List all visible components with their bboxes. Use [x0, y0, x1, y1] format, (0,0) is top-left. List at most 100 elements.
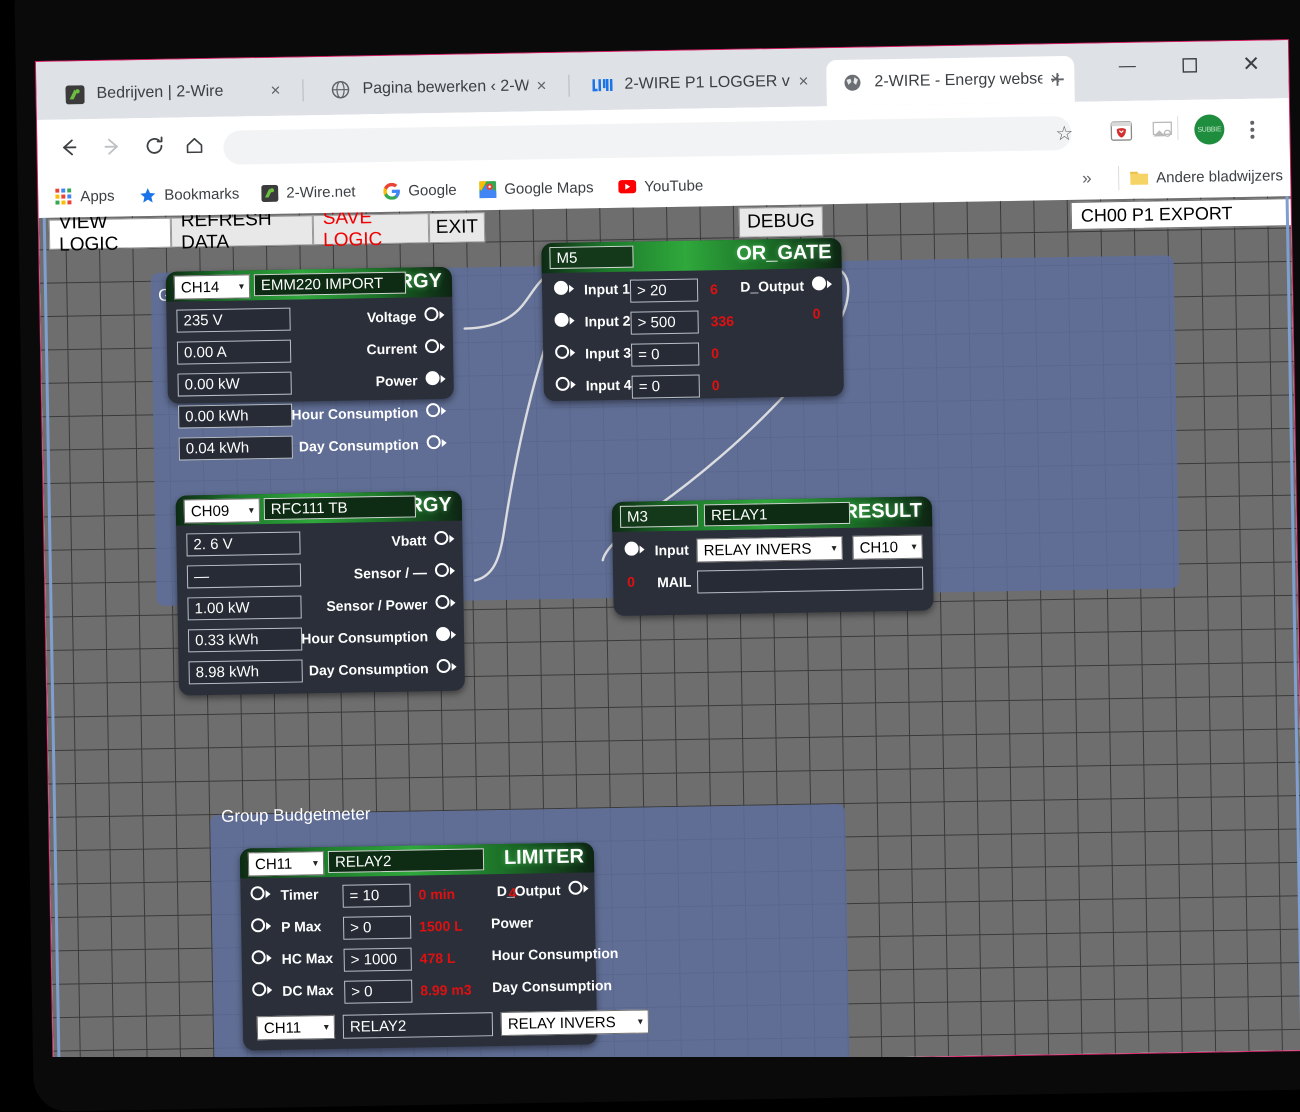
port-dc-max[interactable]: [252, 982, 266, 996]
value-field-power[interactable]: 0.00 kW: [177, 372, 291, 397]
condition-field-input-3[interactable]: = 0: [631, 342, 699, 366]
relay-mode-select[interactable]: RELAY INVERS ▾: [696, 536, 842, 563]
port-sensor-power[interactable]: [435, 595, 449, 609]
port-d-output[interactable]: [812, 276, 826, 290]
view-logic-button[interactable]: VIEW LOGIC: [49, 218, 172, 250]
value-field-sensor[interactable]: —: [187, 563, 301, 588]
footer-relay-mode-select[interactable]: RELAY INVERS ▾: [501, 1009, 649, 1036]
row-label-d-output: D_Output: [497, 882, 561, 899]
logic-editor-canvas[interactable]: Group smart energy Group Budgetmeter VIE…: [39, 196, 1300, 1057]
port-sensor[interactable]: [435, 563, 449, 577]
browser-tab-3-active[interactable]: 2-WIRE - Energy webser ×: [826, 56, 1075, 106]
close-icon[interactable]: ×: [528, 73, 554, 99]
port-d-output[interactable]: [568, 881, 582, 895]
bookmark-star-icon[interactable]: ☆: [1047, 116, 1082, 151]
value-field-day-consumption[interactable]: 8.98 kWh: [188, 659, 302, 684]
browser-tab-1[interactable]: Pagina bewerken ‹ 2-Wir ×: [314, 63, 561, 113]
block-name-field[interactable]: EMM220 IMPORT: [254, 272, 406, 297]
port-input-1[interactable]: [554, 281, 568, 295]
port-p-max[interactable]: [251, 918, 265, 932]
condition-field-hc-max[interactable]: > 1000: [344, 948, 412, 972]
value-field-hour-consumption[interactable]: 0.00 kWh: [178, 404, 292, 429]
debug-button[interactable]: DEBUG: [739, 206, 824, 237]
browser-tab-0[interactable]: Bedrijven | 2-Wire ×: [48, 67, 295, 117]
profile-avatar[interactable]: SUBBIE: [1194, 114, 1225, 145]
address-bar[interactable]: [223, 116, 1071, 165]
value-field-vbatt[interactable]: 2. 6 V: [186, 531, 300, 556]
refresh-data-button[interactable]: REFRESH DATA: [171, 215, 314, 247]
globe-icon: [330, 80, 350, 100]
block-name-field[interactable]: RELAY2: [328, 848, 484, 873]
block-channel-select[interactable]: CH14 ▾: [174, 274, 250, 299]
bookmark-google-maps[interactable]: Google Maps: [478, 174, 594, 202]
row-label-power: Power: [375, 372, 417, 389]
block-energy-ch14[interactable]: ENERGY CH14 ▾ EMM220 IMPORT 235 V Voltag…: [166, 267, 454, 404]
value-field-day-consumption[interactable]: 0.04 kWh: [179, 436, 293, 461]
mail-field[interactable]: [697, 567, 923, 594]
block-result-m3[interactable]: RESULT M3 RELAY1 Input RELAY INVERS ▾ CH…: [612, 496, 934, 616]
window-close-button[interactable]: ✕: [1220, 40, 1283, 87]
port-timer[interactable]: [250, 886, 264, 900]
block-channel-select[interactable]: CH09 ▾: [184, 498, 260, 523]
bookmarks-overflow-button[interactable]: »: [1082, 166, 1092, 192]
new-tab-button[interactable]: +: [1044, 66, 1070, 92]
value-field-sensor-power[interactable]: 1.00 kW: [187, 595, 301, 620]
forward-icon[interactable]: [95, 129, 130, 164]
cast-extension-icon[interactable]: [1149, 116, 1177, 144]
condition-field-input-4[interactable]: = 0: [632, 374, 700, 398]
port-day-consumption[interactable]: [436, 659, 450, 673]
port-hc-max[interactable]: [252, 950, 266, 964]
browser-tab-2[interactable]: 2-WIRE P1 LOGGER v19. ×: [576, 58, 823, 108]
port-input-4[interactable]: [556, 377, 570, 391]
2wire-icon: [64, 84, 84, 104]
value-field-voltage[interactable]: 235 V: [176, 308, 290, 333]
exit-button[interactable]: EXIT: [429, 212, 486, 243]
block-or-gate-m5[interactable]: OR_GATE M5 Input 1 > 20 6 Input 2 > 500 …: [541, 238, 844, 401]
condition-field-p-max[interactable]: > 0: [343, 916, 411, 940]
window-maximize-button[interactable]: [1158, 41, 1221, 88]
reload-icon[interactable]: [137, 129, 172, 164]
block-name-field[interactable]: M3: [620, 505, 698, 528]
url-input[interactable]: [223, 116, 1071, 165]
block-name-field[interactable]: RFC111 TB: [264, 495, 416, 520]
condition-field-dc-max[interactable]: > 0: [344, 980, 412, 1004]
bookmark-bookmarks[interactable]: Bookmarks: [138, 180, 239, 208]
port-current[interactable]: [425, 339, 439, 353]
adblock-extension-icon[interactable]: [1107, 117, 1135, 145]
port-input-3[interactable]: [555, 345, 569, 359]
port-power[interactable]: [425, 371, 439, 385]
channel-value: CH11: [264, 1019, 302, 1037]
chrome-menu-icon[interactable]: [1237, 113, 1268, 148]
block-name-field[interactable]: M5: [549, 246, 633, 269]
port-voltage[interactable]: [424, 307, 438, 321]
footer-channel-select[interactable]: CH11 ▾: [257, 1015, 335, 1040]
port-vbatt[interactable]: [434, 531, 448, 545]
close-icon[interactable]: ×: [790, 68, 816, 94]
port-input[interactable]: [624, 542, 638, 556]
channel-select[interactable]: CH00 P1 EXPORT ▾: [1071, 198, 1300, 230]
block-energy-ch09[interactable]: ENERGY CH09 ▾ RFC111 TB 2. 6 V Vbatt — S…: [176, 491, 465, 696]
bookmark-other-bookmarks[interactable]: Andere bladwijzers: [1130, 162, 1283, 191]
bookmark-label: Google Maps: [504, 179, 594, 198]
block-channel-select[interactable]: CH11 ▾: [248, 851, 324, 876]
condition-field-input-1[interactable]: > 20: [630, 278, 698, 302]
condition-field-input-2[interactable]: > 500: [630, 310, 698, 334]
back-icon[interactable]: [51, 130, 86, 165]
port-input-2[interactable]: [554, 313, 568, 327]
value-field-current[interactable]: 0.00 A: [177, 340, 291, 365]
value-field-hour-consumption[interactable]: 0.33 kWh: [188, 627, 302, 652]
block-limiter-ch11[interactable]: LIMITER CH11 ▾ RELAY2 Timer = 10 0 min 4…: [240, 842, 597, 1050]
save-logic-button[interactable]: SAVE LOGIC: [313, 213, 430, 245]
window-minimize-button[interactable]: —: [1096, 42, 1159, 89]
bookmark-apps[interactable]: Apps: [54, 183, 115, 210]
bookmark-google[interactable]: Google: [382, 177, 457, 204]
close-icon[interactable]: ×: [262, 78, 288, 104]
condition-field-timer[interactable]: = 10: [342, 884, 410, 908]
result-channel-select[interactable]: CH10 ▾: [852, 535, 922, 560]
footer-name-field[interactable]: RELAY2: [343, 1012, 493, 1039]
bookmark-youtube[interactable]: YouTube: [618, 172, 703, 199]
port-hour-consumption[interactable]: [436, 627, 450, 641]
home-icon[interactable]: [177, 128, 212, 163]
block-relay-field[interactable]: RELAY1: [704, 502, 850, 527]
bookmark-2wire-net[interactable]: 2-Wire.net: [260, 178, 356, 206]
